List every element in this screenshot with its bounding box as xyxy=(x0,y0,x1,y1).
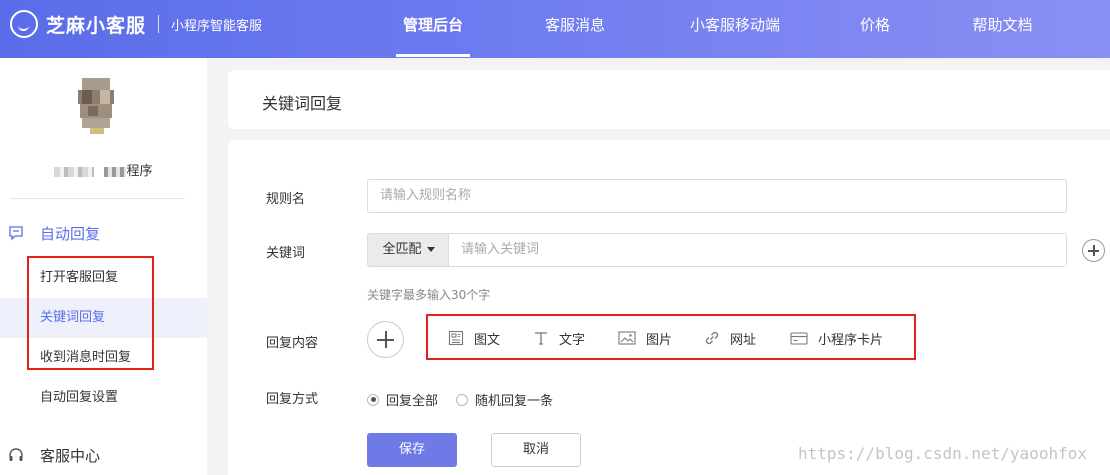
reply-type-image[interactable]: 图片 xyxy=(618,328,672,348)
reply-mode-all-radio[interactable]: 回复全部 xyxy=(367,390,438,409)
keyword-label: 关键词 xyxy=(266,246,306,261)
match-mode-value: 全匹配 xyxy=(382,242,422,257)
reply-mode-label: 回复方式 xyxy=(266,392,319,407)
avatar[interactable] xyxy=(68,78,124,134)
account-name-suffix: 程序 xyxy=(126,164,153,179)
nav-mobile[interactable]: 小客服移动端 xyxy=(680,0,790,58)
text-icon xyxy=(535,332,547,345)
keyword-reply-form: 规则名 请输入规则名称 关键词 全匹配 请输入关键词 关键字最多输入30个字 回… xyxy=(228,140,1110,475)
nav-messages-label: 客服消息 xyxy=(544,16,605,34)
nav-pricing-label: 价格 xyxy=(859,16,890,34)
brand-name: 芝麻小客服 xyxy=(46,14,147,37)
add-reply-content-icon[interactable] xyxy=(367,321,404,358)
reply-type-image-label: 图片 xyxy=(646,332,673,348)
nav-help-label: 帮助文档 xyxy=(972,16,1033,34)
blurred-account-text-2 xyxy=(104,166,127,177)
rule-name-input[interactable]: 请输入规则名称 xyxy=(367,179,1067,213)
article-icon xyxy=(448,330,464,346)
keyword-hint: 关键字最多输入30个字 xyxy=(367,288,491,302)
card-icon xyxy=(790,332,808,345)
sidebar-item-label: 自动回复设置 xyxy=(40,390,119,405)
rule-name-label: 规则名 xyxy=(266,192,306,207)
headset-icon xyxy=(9,448,23,461)
blurred-account-text xyxy=(54,166,95,177)
reply-type-text[interactable]: 文字 xyxy=(533,328,585,348)
reply-type-link-label: 网址 xyxy=(730,332,757,348)
highlight-box-sidebar xyxy=(27,256,154,370)
sidebar-group-service-center[interactable]: 客服中心 xyxy=(8,443,100,467)
reply-content-label: 回复内容 xyxy=(266,336,319,351)
reply-type-article-label: 图文 xyxy=(474,332,501,348)
watermark: https://blog.csdn.net/yaoohfox xyxy=(798,444,1087,463)
reply-type-link[interactable]: 网址 xyxy=(704,328,756,348)
reply-type-text-label: 文字 xyxy=(559,332,586,348)
nav-admin-label: 管理后台 xyxy=(402,16,463,34)
reply-mode-random-radio[interactable]: 随机回复一条 xyxy=(456,390,553,409)
nav-mobile-label: 小客服移动端 xyxy=(689,16,780,34)
sidebar-item-auto-reply-settings[interactable]: 自动回复设置 xyxy=(0,378,207,418)
chat-bubble-icon xyxy=(10,10,38,38)
nav-help[interactable]: 帮助文档 xyxy=(965,0,1040,58)
sidebar-divider xyxy=(10,198,185,199)
image-icon xyxy=(618,331,636,345)
nav-admin[interactable]: 管理后台 xyxy=(396,0,470,58)
cancel-button[interactable]: 取消 xyxy=(491,433,581,467)
link-icon xyxy=(705,331,719,345)
add-keyword-icon[interactable] xyxy=(1082,239,1105,262)
account-name: 程序 xyxy=(0,160,207,179)
reply-type-miniprogram-card-label: 小程序卡片 xyxy=(818,332,884,348)
caret-down-icon xyxy=(426,247,435,252)
keyword-placeholder: 请输入关键词 xyxy=(461,242,540,257)
rule-name-placeholder: 请输入规则名称 xyxy=(380,188,472,203)
radio-dot xyxy=(367,393,379,406)
reply-type-miniprogram-card[interactable]: 小程序卡片 xyxy=(790,328,883,348)
nav-pricing[interactable]: 价格 xyxy=(855,0,895,58)
keyword-input[interactable]: 请输入关键词 xyxy=(448,233,1067,267)
reply-mode-random-label: 随机回复一条 xyxy=(475,394,554,409)
reply-type-toolbar: 图文 文字 图片 网址 小程序卡片 xyxy=(426,314,916,360)
page-header: 关键词回复 xyxy=(228,70,1110,129)
page-title: 关键词回复 xyxy=(262,94,343,113)
save-button[interactable]: 保存 xyxy=(367,433,457,467)
match-mode-dropdown[interactable]: 全匹配 xyxy=(367,233,449,267)
top-navbar: 芝麻小客服 小程序智能客服 管理后台 客服消息 小客服移动端 价格 帮助文档 xyxy=(0,0,1110,58)
sidebar-group-auto-reply[interactable]: 自动回复 xyxy=(8,221,100,245)
reply-type-article[interactable]: 图文 xyxy=(448,328,500,348)
brand-subtitle: 小程序智能客服 xyxy=(171,18,263,34)
reply-mode-all-label: 回复全部 xyxy=(386,394,439,409)
brand-separator xyxy=(158,15,160,33)
nav-messages[interactable]: 客服消息 xyxy=(540,0,610,58)
sidebar-group-auto-reply-label: 自动回复 xyxy=(40,224,101,243)
message-icon xyxy=(9,226,23,241)
sidebar-group-service-center-label: 客服中心 xyxy=(40,446,101,465)
brand-logo[interactable]: 芝麻小客服 小程序智能客服 xyxy=(10,10,262,38)
radio-dot xyxy=(456,393,468,406)
